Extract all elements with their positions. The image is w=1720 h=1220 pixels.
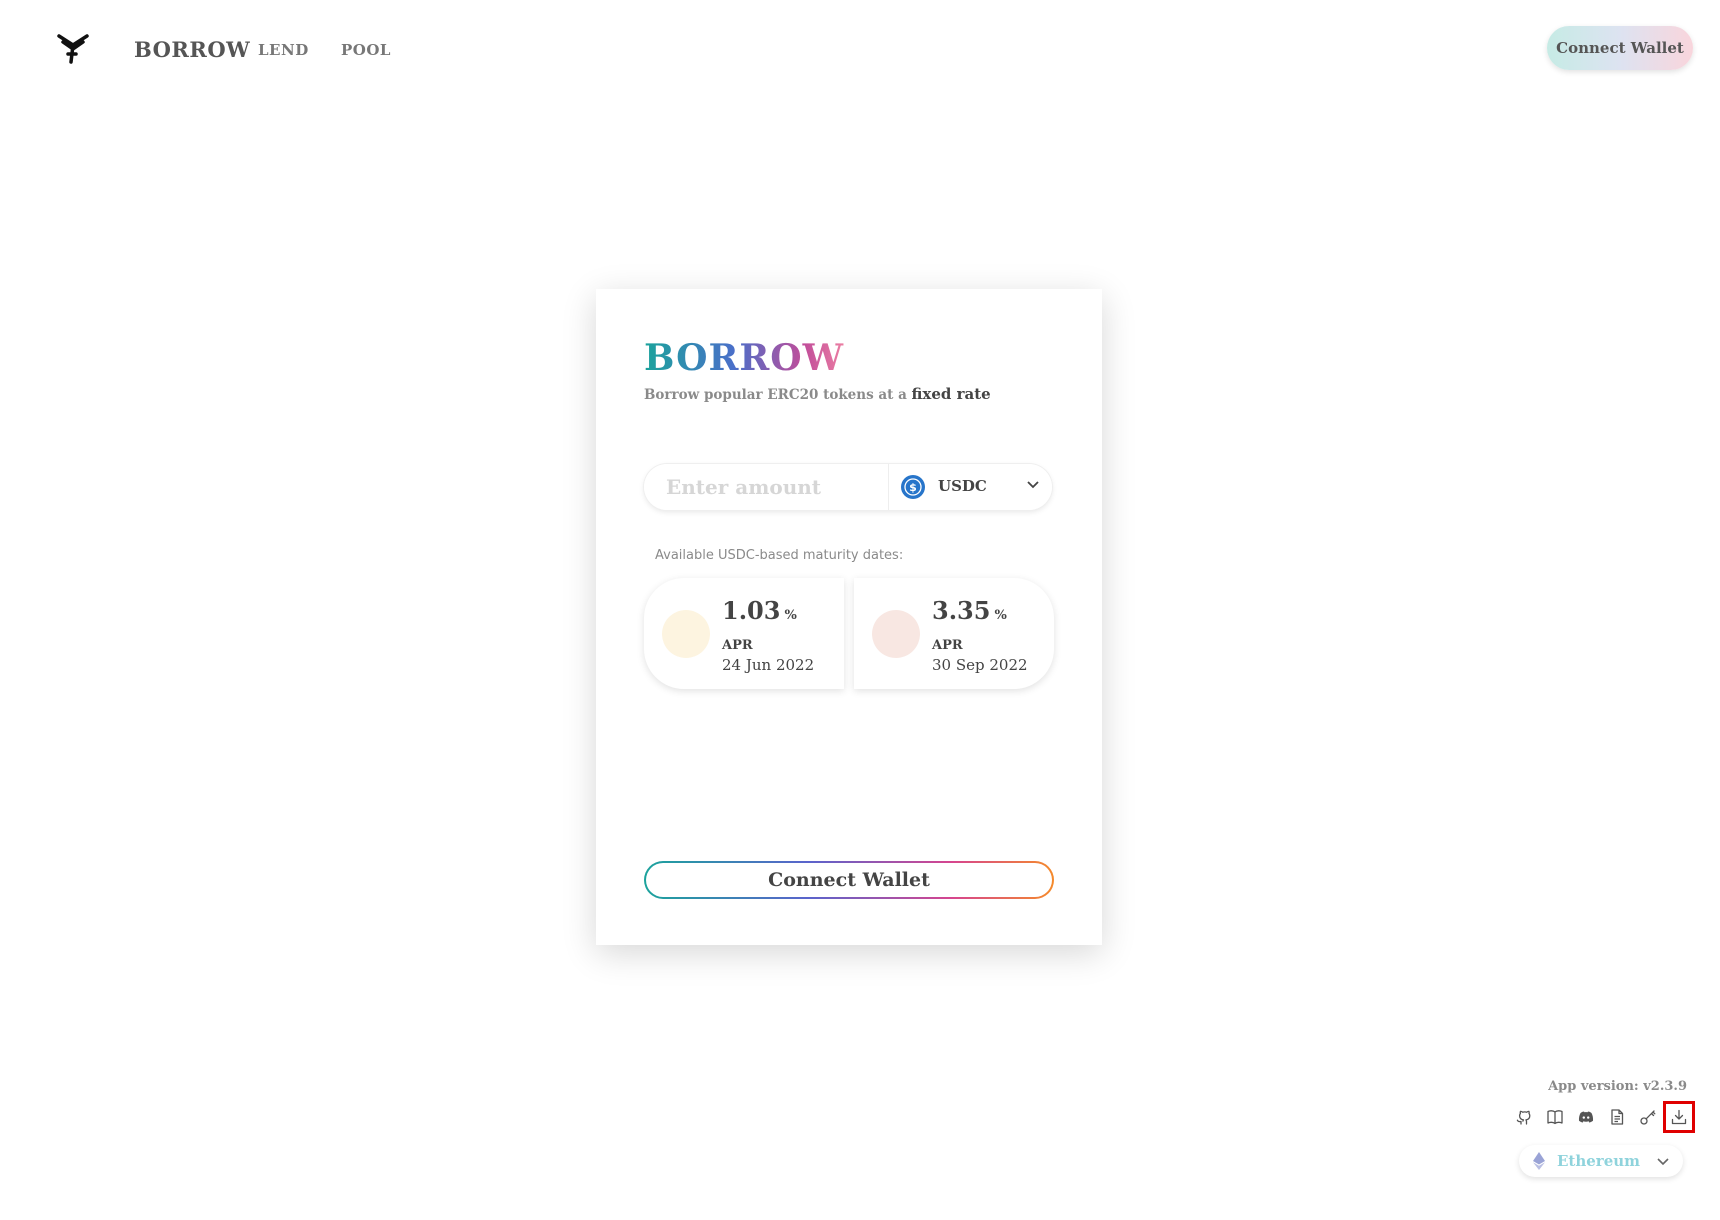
svg-text:$: $ [909,481,917,494]
pool-color-dot [872,610,920,658]
amount-group: $ USDC [644,464,1052,510]
pool-maturity-date: 30 Sep 2022 [932,656,1028,674]
download-icon[interactable] [1663,1101,1695,1133]
connect-wallet-button[interactable]: Connect Wallet [644,861,1054,899]
pool-rate: 1.03% [722,596,797,625]
maturity-dates-label: Available USDC-based maturity dates: [655,548,904,563]
header-connect-wallet-button[interactable]: Connect Wallet [1547,26,1693,70]
network-label: Ethereum [1557,1152,1641,1170]
pool-color-dot [662,610,710,658]
network-select[interactable]: Ethereum [1519,1145,1683,1177]
pool-rate: 3.35% [932,596,1007,625]
card-subtitle: Borrow popular ERC20 tokens at a fixed r… [644,385,991,403]
usdc-icon: $ [901,475,925,499]
borrow-card: BORROW Borrow popular ERC20 tokens at a … [596,289,1102,945]
chevron-down-icon [1027,481,1039,489]
token-select[interactable]: $ USDC [888,464,1052,510]
docs-book-icon[interactable] [1539,1101,1571,1133]
pool-maturity-date: 24 Jun 2022 [722,656,815,674]
pool-apr-label: APR [722,638,753,653]
subtitle-emphasis: fixed rate [911,385,991,403]
app-version: App version: v2.3.9 [1548,1079,1687,1094]
key-icon[interactable] [1632,1101,1664,1133]
chevron-down-icon [1657,1158,1669,1166]
token-label: USDC [938,477,987,495]
yield-logo-icon[interactable] [56,32,90,64]
github-icon[interactable] [1508,1101,1540,1133]
nav-pool[interactable]: POOL [341,41,391,59]
subtitle-prefix: Borrow popular ERC20 tokens at a [644,387,912,403]
pool-apr-label: APR [932,638,963,653]
nav-lend[interactable]: LEND [258,41,309,59]
amount-input[interactable] [644,464,888,510]
ethereum-icon [1533,1152,1545,1170]
maturity-option-1[interactable]: 1.03% APR 24 Jun 2022 [644,578,844,689]
discord-icon[interactable] [1570,1101,1602,1133]
document-icon[interactable] [1601,1101,1633,1133]
maturity-option-2[interactable]: 3.35% APR 30 Sep 2022 [854,578,1054,689]
card-title: BORROW [644,337,845,379]
nav-borrow[interactable]: BORROW [134,37,250,62]
